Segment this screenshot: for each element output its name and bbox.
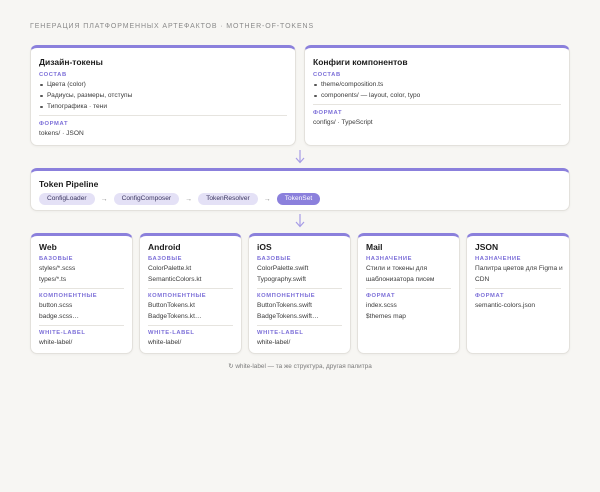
description-line: Палитра цветов для Figma и [475, 265, 563, 272]
page-title: ГЕНЕРАЦИЯ ПЛАТФОРМЕННЫХ АРТЕФАКТОВ · MOT… [30, 23, 315, 30]
description-line: шаблонизатора писем [366, 276, 435, 283]
card-title: Дизайн-токены [39, 57, 103, 67]
card-title: Конфиги компонентов [313, 57, 408, 67]
section-label: КОМПОНЕНТНЫЕ [257, 293, 316, 299]
section-label: ФОРМАТ [313, 110, 343, 116]
format-value: configs/ · TypeScript [313, 119, 373, 126]
section-label: WHITE-LABEL [39, 330, 86, 336]
pipeline-title: Token Pipeline [39, 179, 99, 189]
file-entry: button.scss [39, 302, 73, 309]
arrow-down-icon [294, 149, 306, 165]
file-entry: ColorPalette.swift [257, 265, 309, 272]
component-configs-card: Конфиги компонентов СОСТАВ theme/composi… [304, 45, 570, 146]
token-pipeline-card: Token Pipeline ConfigLoader → ConfigComp… [30, 168, 570, 211]
description-line: CDN [475, 276, 490, 283]
file-entry: ColorPalette.kt [148, 265, 192, 272]
file-entry: SemanticColors.kt [148, 276, 202, 283]
footer-note: ↻ white-label — та же структура, другая … [228, 363, 372, 370]
file-entry: white-label/ [148, 339, 182, 346]
section-label: СОСТАВ [39, 72, 67, 78]
file-entry: Typography.swift [257, 276, 306, 283]
file-entry: BadgeTokens.swift… [257, 313, 319, 320]
file-entry: $themes map [366, 313, 406, 320]
section-label: ФОРМАТ [39, 121, 69, 127]
section-label: СОСТАВ [313, 72, 341, 78]
section-label: ФОРМАТ [366, 293, 396, 299]
bullet-list: Цвета (color) Радиусы, размеры, отступы … [39, 79, 132, 112]
divider [257, 288, 342, 289]
divider [366, 288, 451, 289]
divider [39, 115, 287, 116]
list-item: components/ — layout, color, typo [313, 90, 420, 101]
section-label: БАЗОВЫЕ [39, 256, 74, 262]
file-entry: white-label/ [39, 339, 73, 346]
format-value: tokens/ · JSON [39, 130, 84, 137]
bullet-list: theme/composition.ts components/ — layou… [313, 79, 420, 101]
file-entry: BadgeTokens.kt… [148, 313, 202, 320]
platform-card-web: Web БАЗОВЫЕ styles/*.scss types/*.ts КОМ… [30, 233, 133, 354]
list-item: Цвета (color) [39, 79, 132, 90]
section-label: БАЗОВЫЕ [257, 256, 292, 262]
platform-title: iOS [257, 242, 272, 252]
platform-card-android: Android БАЗОВЫЕ ColorPalette.kt Semantic… [139, 233, 242, 354]
arrow-down-icon [294, 213, 306, 229]
divider [148, 325, 233, 326]
platform-title: Android [148, 242, 181, 252]
file-entry: index.scss [366, 302, 397, 309]
pipeline-step-config-composer: ConfigComposer [113, 193, 180, 205]
pipeline-step-config-loader: ConfigLoader [39, 193, 95, 205]
platform-title: Mail [366, 242, 383, 252]
section-label: КОМПОНЕНТНЫЕ [148, 293, 207, 299]
file-entry: semantic-colors.json [475, 302, 536, 309]
section-label: ФОРМАТ [475, 293, 505, 299]
section-label: WHITE-LABEL [148, 330, 195, 336]
pipeline-step-token-set: TokenSet [276, 193, 321, 205]
list-item: Типографика · тени [39, 101, 132, 112]
description-line: Стили и токены для [366, 265, 428, 272]
divider [313, 104, 561, 105]
file-entry: badge.scss… [39, 313, 79, 320]
file-entry: styles/*.scss [39, 265, 76, 272]
platform-title: Web [39, 242, 57, 252]
arrow-right-icon: → [185, 195, 193, 203]
design-tokens-card: Дизайн-токены СОСТАВ Цвета (color) Радиу… [30, 45, 296, 146]
divider [148, 288, 233, 289]
divider [257, 325, 342, 326]
divider [39, 288, 124, 289]
arrow-right-icon: → [263, 195, 271, 203]
pipeline-step-token-resolver: TokenResolver [198, 193, 258, 205]
file-entry: types/*.ts [39, 276, 67, 283]
pipeline-steps: ConfigLoader → ConfigComposer → TokenRes… [39, 193, 321, 205]
file-entry: ButtonTokens.kt [148, 302, 195, 309]
platform-card-mail: Mail НАЗНАЧЕНИЕ Стили и токены для шабло… [357, 233, 460, 354]
section-label: НАЗНАЧЕНИЕ [475, 256, 522, 262]
divider [475, 288, 561, 289]
list-item: theme/composition.ts [313, 79, 420, 90]
platform-title: JSON [475, 242, 499, 252]
section-label: НАЗНАЧЕНИЕ [366, 256, 413, 262]
file-entry: ButtonTokens.swift [257, 302, 312, 309]
section-label: БАЗОВЫЕ [148, 256, 183, 262]
list-item: Радиусы, размеры, отступы [39, 90, 132, 101]
divider [39, 325, 124, 326]
file-entry: white-label/ [257, 339, 291, 346]
section-label: КОМПОНЕНТНЫЕ [39, 293, 98, 299]
platform-card-ios: iOS БАЗОВЫЕ ColorPalette.swift Typograph… [248, 233, 351, 354]
section-label: WHITE-LABEL [257, 330, 304, 336]
platform-card-json: JSON НАЗНАЧЕНИЕ Палитра цветов для Figma… [466, 233, 570, 354]
arrow-right-icon: → [100, 195, 108, 203]
